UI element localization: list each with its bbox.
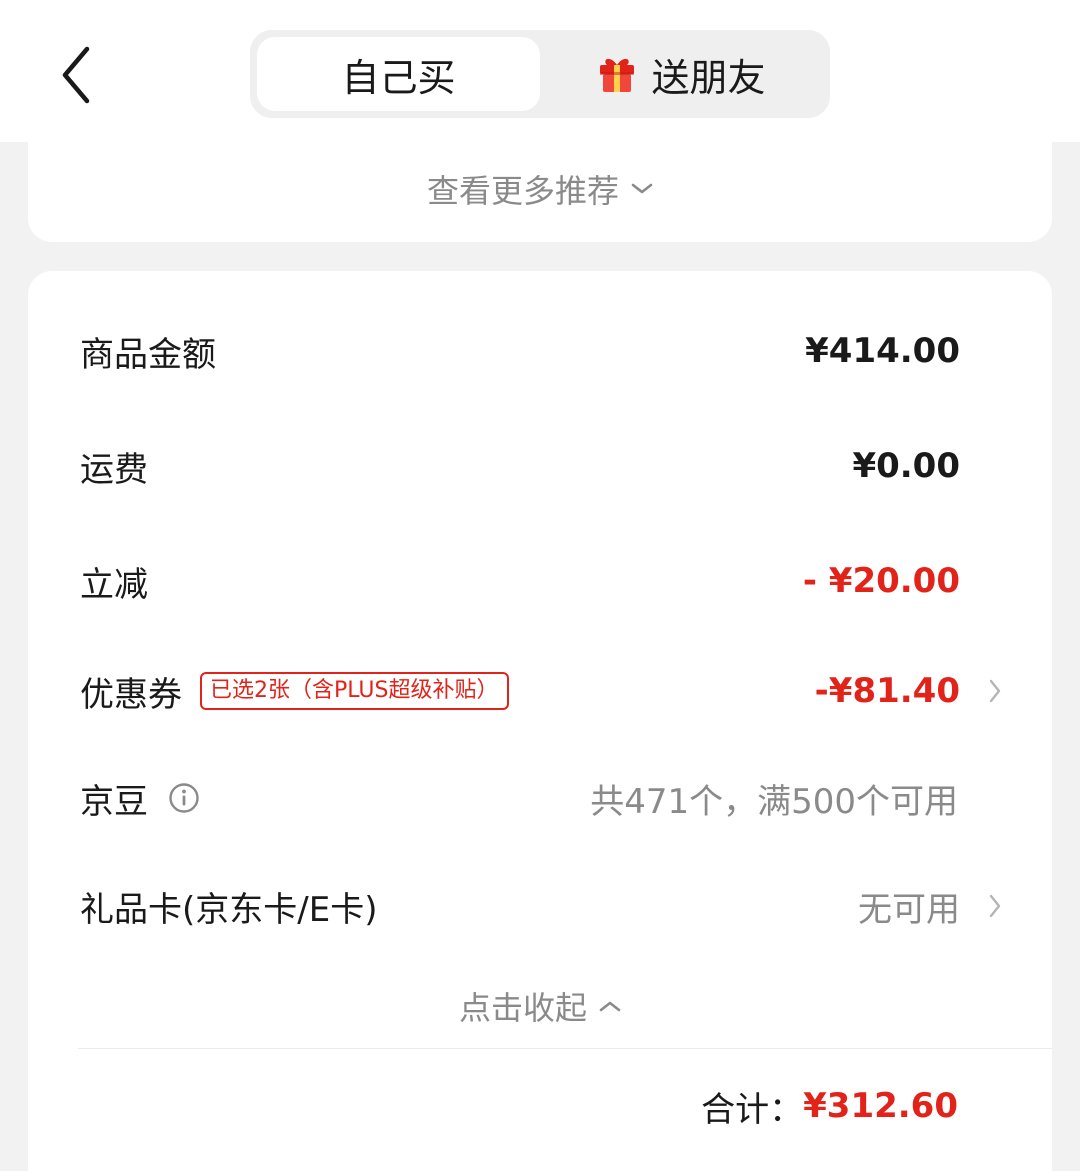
- gift-card-value: 无可用: [858, 889, 960, 930]
- divider: [78, 1048, 1052, 1049]
- goods-amount-label: 商品金额: [80, 334, 216, 375]
- coupon-row[interactable]: 优惠券 已选2张（含PLUS超级补贴） -¥81.40: [80, 651, 1010, 731]
- instant-discount-row: 立减 - ¥20.00: [80, 541, 1010, 621]
- chevron-up-icon: [599, 1001, 621, 1012]
- shipping-label: 运费: [80, 449, 148, 490]
- chevron-right-icon: [989, 894, 1001, 918]
- coupon-label-group: 优惠券 已选2张（含PLUS超级补贴）: [80, 651, 509, 731]
- gift-icon: [600, 58, 635, 92]
- coupon-selected-tag: 已选2张（含PLUS超级补贴）: [200, 672, 509, 710]
- coupon-arrow[interactable]: [980, 651, 1010, 731]
- chevron-down-icon: [631, 183, 653, 194]
- jd-beans-value: 共471个，满500个可用: [590, 781, 958, 822]
- collapse-label: 点击收起: [458, 989, 587, 1027]
- collapse-button[interactable]: 点击收起: [28, 971, 1052, 1041]
- see-more-recommendations-button[interactable]: 查看更多推荐: [28, 154, 1052, 224]
- jd-beans-label: 京豆: [80, 781, 148, 822]
- instant-discount-value: - ¥20.00: [802, 561, 960, 601]
- shipping-value: ¥0.00: [852, 446, 960, 486]
- back-button[interactable]: [48, 40, 104, 110]
- see-more-label: 查看更多推荐: [426, 172, 619, 210]
- instant-discount-label: 立减: [80, 564, 148, 605]
- jd-beans-row: 京豆 共471个，满500个可用: [80, 758, 1010, 838]
- tab-label: 送朋友: [651, 55, 766, 100]
- chevron-right-icon: [989, 679, 1001, 703]
- gift-card-arrow[interactable]: [980, 866, 1010, 946]
- tab-send-to-friend[interactable]: 送朋友: [540, 37, 823, 111]
- total-row: 合计： ¥312.60: [701, 1071, 958, 1141]
- coupon-value: -¥81.40: [814, 671, 960, 711]
- goods-amount-row: 商品金额 ¥414.00: [80, 311, 1010, 391]
- total-label: 合计：: [701, 1089, 804, 1130]
- order-summary-card: 商品金额 ¥414.00 运费 ¥0.00 立减 - ¥20.00 优惠券 已选…: [28, 271, 1052, 1171]
- coupon-label: 优惠券: [80, 674, 182, 715]
- recommend-card: 查看更多推荐: [28, 142, 1052, 242]
- gift-card-row[interactable]: 礼品卡(京东卡/E卡) 无可用: [80, 866, 1010, 946]
- total-value: ¥312.60: [803, 1086, 958, 1126]
- gift-card-label: 礼品卡(京东卡/E卡): [80, 889, 378, 930]
- tab-buy-for-self[interactable]: 自己买: [257, 37, 540, 111]
- shipping-row: 运费 ¥0.00: [80, 426, 1010, 506]
- chevron-left-icon: [62, 46, 90, 104]
- jd-beans-label-group: 京豆: [80, 758, 200, 838]
- info-icon[interactable]: [168, 782, 200, 814]
- goods-amount-value: ¥414.00: [805, 331, 960, 371]
- purchase-mode-switch: 自己买 送朋友: [250, 30, 830, 118]
- tab-label: 自己买: [341, 55, 456, 100]
- top-bar: 自己买 送朋友: [0, 0, 1080, 142]
